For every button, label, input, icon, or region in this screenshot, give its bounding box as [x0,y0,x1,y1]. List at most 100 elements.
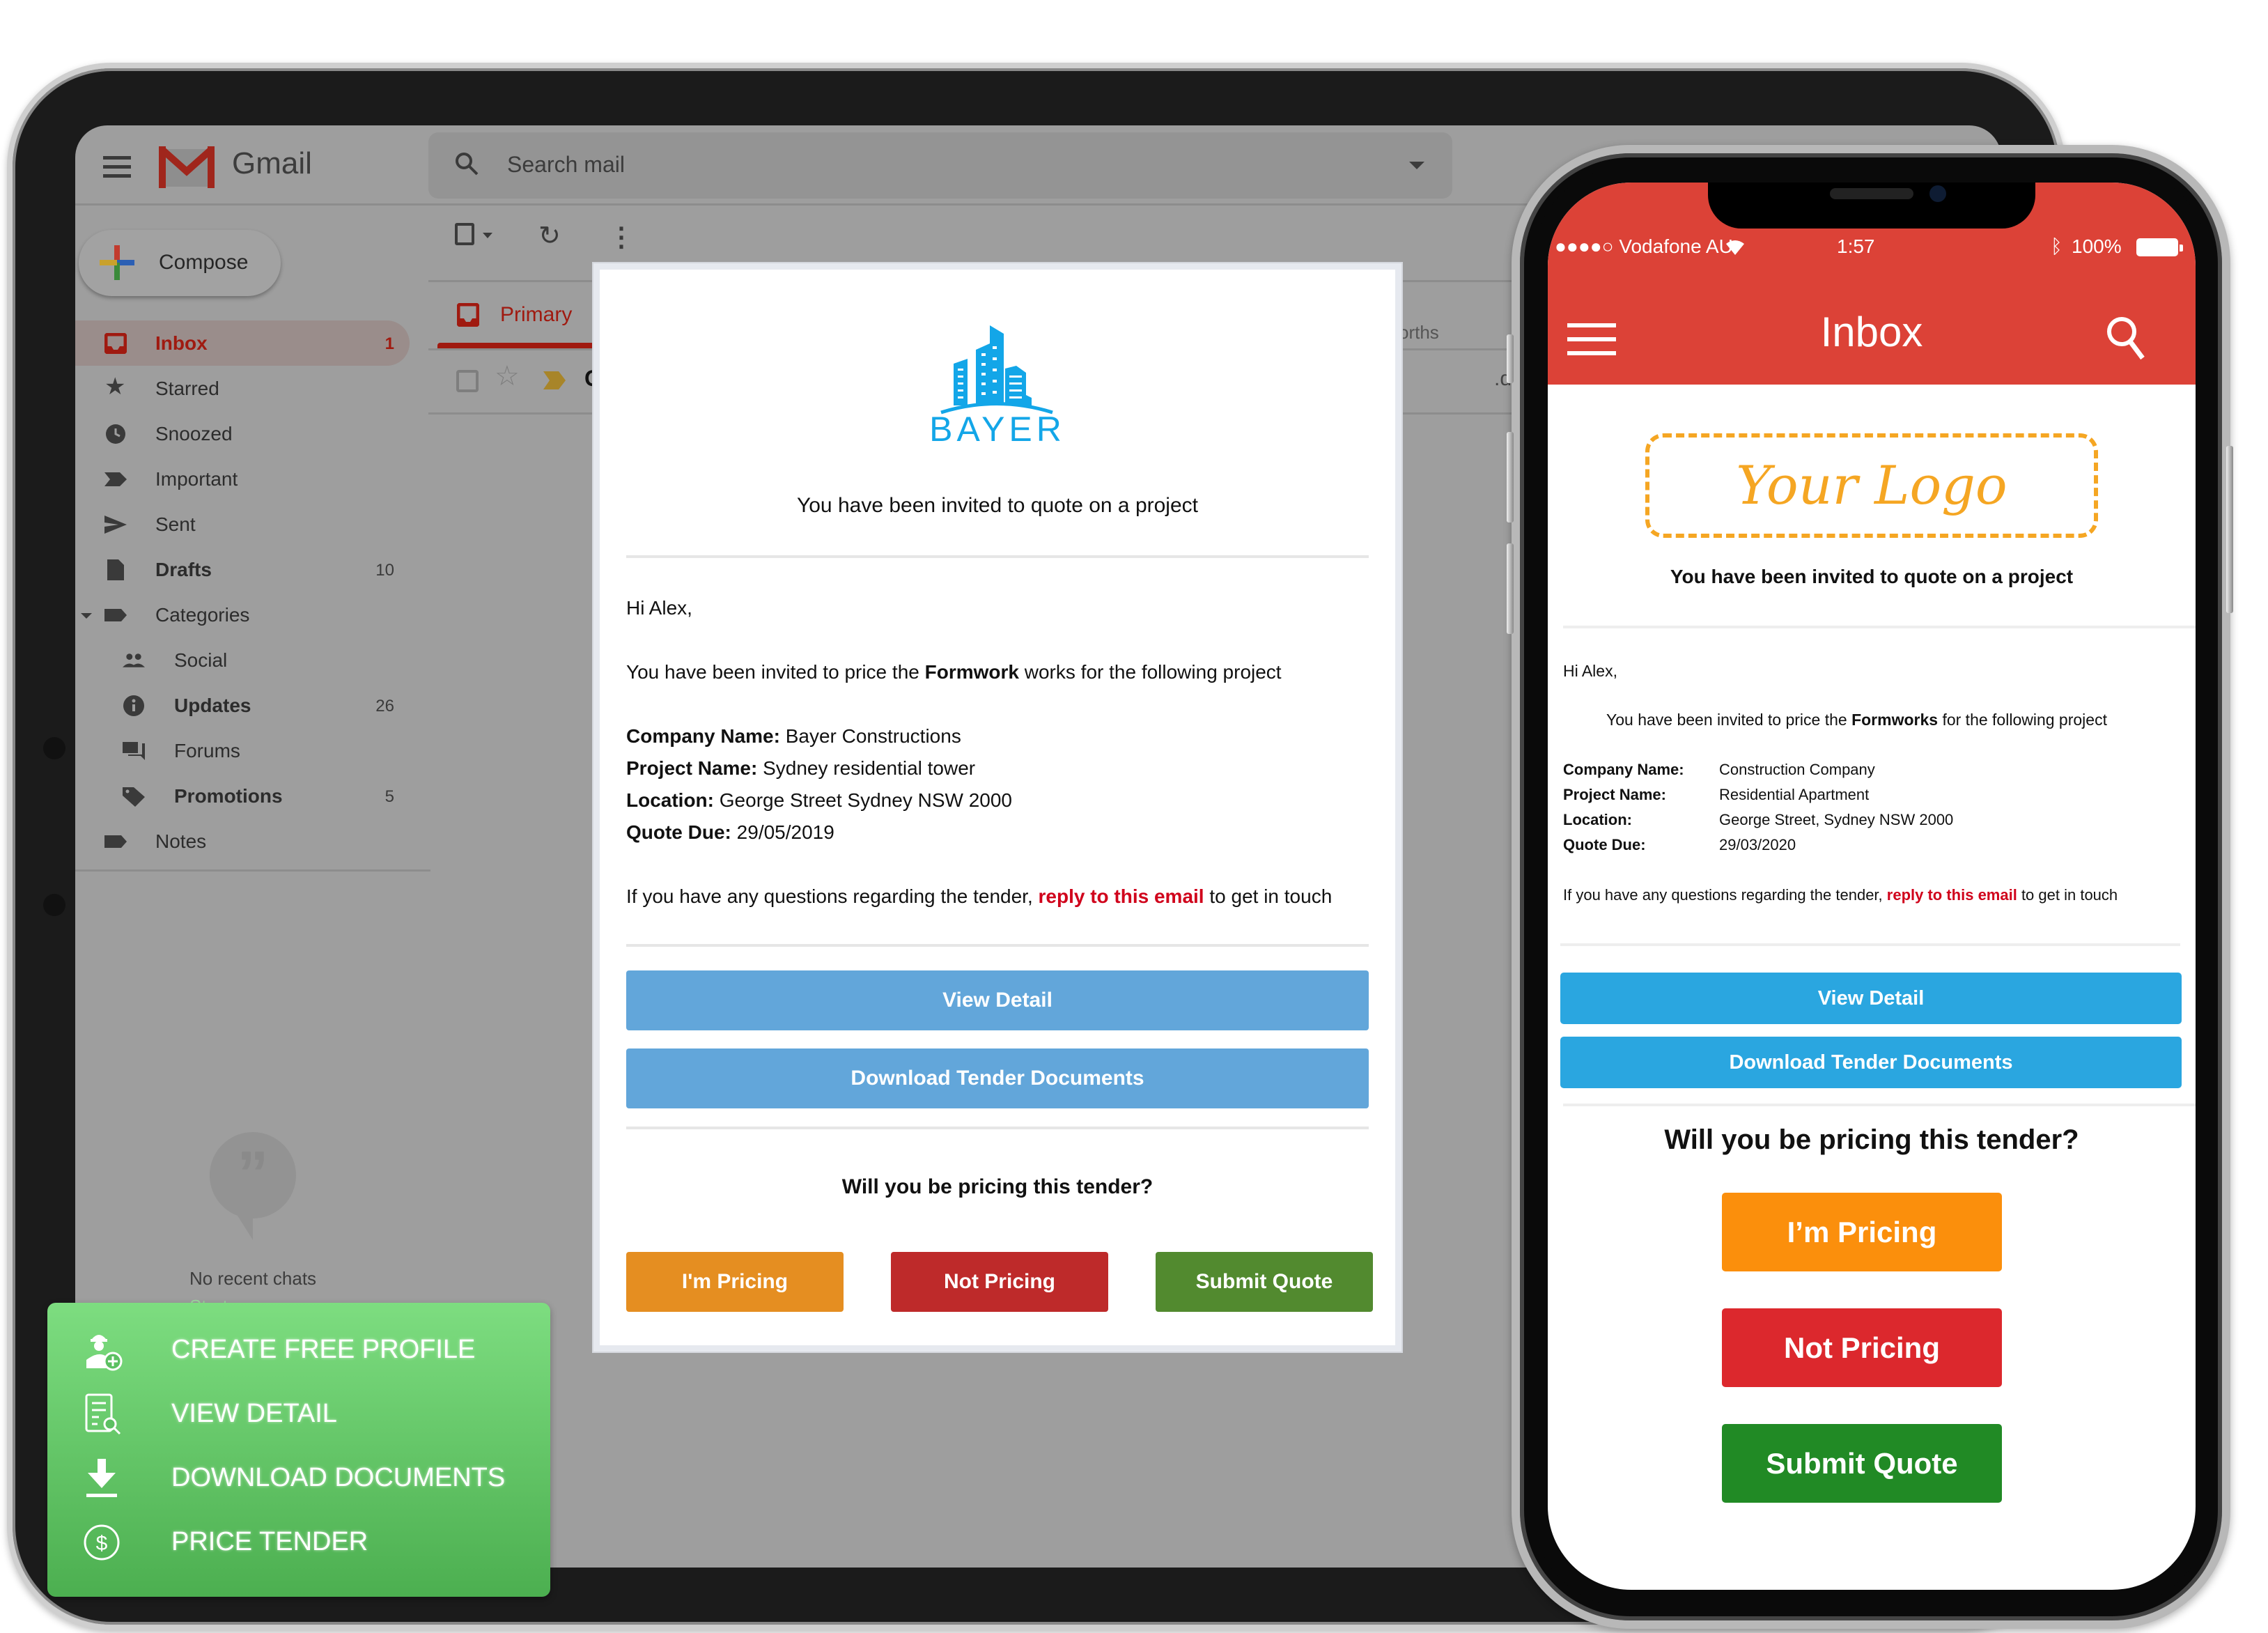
refresh-icon[interactable]: ↻ [538,220,561,251]
sidebar-item-notes[interactable]: Notes [75,819,410,864]
detail-value: Sydney residential tower [763,757,976,779]
feature-download-documents[interactable]: DOWNLOAD DOCUMENTS [47,1445,550,1508]
gmail-logo-icon [159,146,215,188]
compose-label: Compose [159,251,249,274]
sidebar-item-updates[interactable]: Updates 26 [75,683,410,728]
gmail-sidebar: Inbox 1 ★ Starred Snoozed Important Sent… [75,320,410,864]
im-pricing-button[interactable]: I'm Pricing [626,1252,844,1312]
battery-icon [2136,238,2183,256]
row-checkbox[interactable] [456,370,479,392]
sidebar-item-promotions[interactable]: Promotions 5 [75,773,410,819]
battery-percent: 100% [2072,235,2122,257]
worker-add-icon [86,1335,123,1371]
tablet-sensor [43,894,65,916]
search-bar[interactable]: Search mail [428,132,1452,199]
star-outline-icon[interactable]: ☆ [495,360,520,392]
phone-not-pricing-button[interactable]: Not Pricing [1722,1308,2002,1387]
intro-text-end: works for the following project [1018,661,1282,683]
wifi-icon [1726,240,1744,255]
sidebar-item-label: Social [174,649,228,671]
inbox-tab-icon [457,303,479,327]
phone-pricing-question: Will you be pricing this tender? [1664,1124,2079,1155]
expand-arrow-icon[interactable] [81,613,92,619]
phone-download-documents-button[interactable]: Download Tender Documents [1560,1037,2182,1088]
star-icon: ★ [104,373,126,400]
reply-link[interactable]: reply to this email [1039,885,1204,907]
sidebar-item-label: Sent [155,513,196,535]
phone-inbox-title: Inbox [1820,309,1923,355]
phone-view-detail-button[interactable]: View Detail [1560,973,2182,1024]
phone-notch [1708,183,2035,229]
no-chats-text: No recent chats [189,1268,317,1289]
tag-icon [123,787,145,807]
search-placeholder[interactable]: Search mail [507,152,625,178]
intro-text-start: You have been invited to price the [1606,711,1852,729]
sidebar-item-label: Starred [155,378,219,399]
sidebar-item-label: Categories [155,604,250,626]
sidebar-item-categories[interactable]: Categories [75,592,410,637]
important-marker-icon[interactable] [543,371,566,389]
sidebar-item-social[interactable]: Social [75,637,410,683]
dollar-circle-icon: $ [84,1524,120,1561]
sidebar-item-count: 10 [375,561,394,580]
select-all-checkbox[interactable] [455,223,474,245]
detail-value: 29/05/2019 [736,821,834,843]
detail-label: Company Name: [1563,761,1684,778]
label-icon [104,609,127,621]
feature-create-profile[interactable]: CREATE FREE PROFILE [47,1317,550,1379]
detail-label: Project Name: [1563,786,1666,803]
detail-value: George Street Sydney NSW 2000 [719,789,1012,811]
compose-button[interactable]: Compose [79,230,281,296]
phone-mute-switch [1507,334,1514,383]
sidebar-item-count: 1 [385,334,394,353]
sidebar-item-sent[interactable]: Sent [75,502,410,547]
contact-text: If you have any questions regarding the … [626,885,1332,908]
divider [1563,626,2196,628]
tab-partial-label[interactable]: orths [1399,322,1439,343]
detail-label: Project Name: [626,757,758,779]
not-pricing-button[interactable]: Not Pricing [891,1252,1108,1312]
draft-icon [107,559,124,580]
sidebar-item-starred[interactable]: ★ Starred [75,366,410,411]
more-options-icon[interactable]: ⋮ [608,222,635,253]
phone-side-button [2226,446,2233,613]
phone-contact-text: If you have any questions regarding the … [1563,886,2118,904]
sidebar-item-label: Snoozed [155,423,233,444]
sidebar-item-inbox[interactable]: Inbox 1 [75,320,410,366]
tab-primary[interactable]: Primary [437,282,598,348]
sidebar-item-label: Notes [155,830,207,852]
compose-plus-icon [100,245,134,280]
tab-primary-label: Primary [500,303,573,326]
people-icon [123,653,145,667]
status-time: 1:57 [1837,235,1875,257]
sidebar-item-forums[interactable]: Forums [75,728,410,773]
detail-value: Bayer Constructions [785,725,961,747]
search-icon[interactable] [2105,315,2147,364]
submit-quote-button[interactable]: Submit Quote [1156,1252,1373,1312]
view-detail-button[interactable]: View Detail [626,970,1369,1030]
inbox-icon [104,333,127,354]
phone-intro-text: You have been invited to price the Formw… [1606,711,2107,729]
download-icon [86,1459,117,1497]
sidebar-item-label: Drafts [155,559,212,580]
clock-icon [106,424,125,444]
download-documents-button[interactable]: Download Tender Documents [626,1048,1369,1108]
gmail-title: Gmail [232,146,312,180]
phone-submit-quote-button[interactable]: Submit Quote [1722,1424,2002,1503]
phone-im-pricing-button[interactable]: I’m Pricing [1722,1193,2002,1271]
send-icon [104,516,127,534]
search-options-icon[interactable] [1409,162,1424,169]
feature-view-detail[interactable]: VIEW DETAIL [47,1381,550,1444]
sidebar-item-important[interactable]: Important [75,456,410,502]
main-menu-icon[interactable] [103,156,131,183]
sidebar-item-snoozed[interactable]: Snoozed [75,411,410,456]
reply-link[interactable]: reply to this email [1887,886,2017,904]
detail-value: Construction Company [1719,761,1875,778]
svg-text:$: $ [96,1532,108,1555]
phone-screen: ●●●●○ Vodafone AU 1:57 ᛒ 100% Inbox Your… [1548,183,2196,1590]
feature-price-tender[interactable]: $ PRICE TENDER [47,1509,550,1572]
sidebar-item-count: 5 [385,787,394,806]
sidebar-item-drafts[interactable]: Drafts 10 [75,547,410,592]
label-icon [104,835,127,848]
select-dropdown-icon[interactable] [483,233,492,238]
